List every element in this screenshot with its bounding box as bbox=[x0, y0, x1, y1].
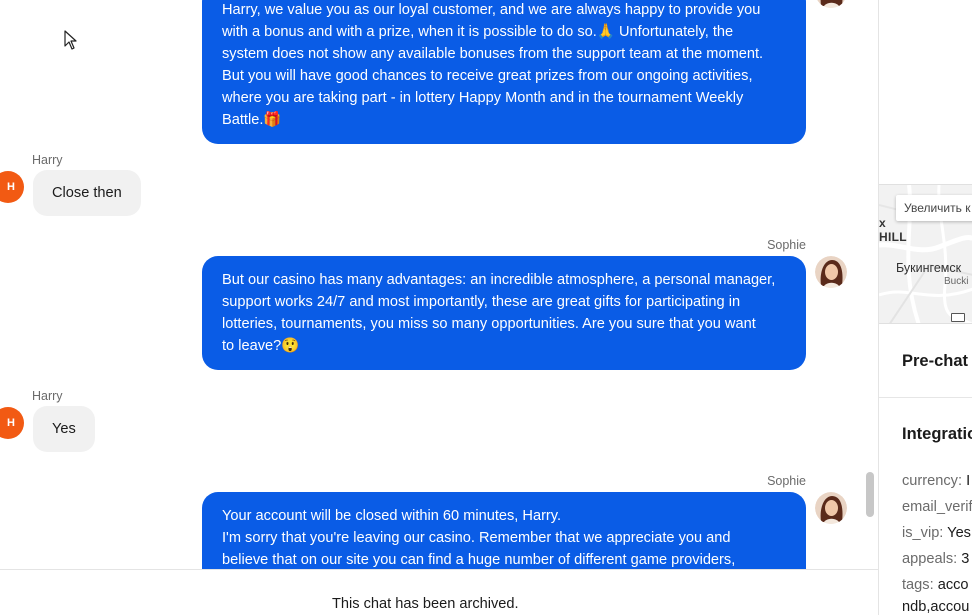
archived-notice: This chat has been archived. bbox=[332, 596, 519, 612]
agent-avatar bbox=[815, 256, 847, 288]
message-line: I'm sorry that you're leaving our casino… bbox=[222, 530, 731, 546]
field-tags-continued: ndb,accou bbox=[902, 599, 970, 615]
location-map[interactable]: Увеличить к x HILL Букингемск Bucki bbox=[879, 184, 972, 324]
message-line: But you will have good chances to receiv… bbox=[222, 68, 753, 84]
mouse-cursor-icon bbox=[64, 30, 77, 50]
field-value: I bbox=[966, 473, 971, 489]
map-area-prefix: x bbox=[879, 216, 886, 230]
message-line: support works 24/7 and most importantly,… bbox=[222, 294, 741, 310]
agent-avatar-image bbox=[817, 0, 845, 8]
integration-heading[interactable]: Integratio bbox=[902, 425, 972, 444]
prechat-heading[interactable]: Pre-chat bbox=[902, 352, 968, 371]
user-avatar: H bbox=[0, 407, 24, 439]
agent-message: But our casino has many advantages: an i… bbox=[202, 256, 806, 370]
section-divider bbox=[879, 397, 972, 398]
user-avatar: H bbox=[0, 171, 24, 203]
field-email-verified: email_verif bbox=[902, 499, 972, 515]
map-zoom-button[interactable]: Увеличить к bbox=[896, 195, 972, 221]
map-city-sub-label: Bucki bbox=[944, 276, 969, 287]
agent-avatar bbox=[815, 492, 847, 524]
field-value: acco bbox=[937, 577, 969, 593]
message-line: Battle.🎁 bbox=[222, 112, 282, 128]
agent-avatar bbox=[815, 0, 847, 8]
map-city-label: Букингемск bbox=[896, 261, 962, 275]
keyboard-icon[interactable] bbox=[951, 313, 965, 322]
map-area-label: x HILL bbox=[879, 216, 907, 244]
user-message: Yes bbox=[33, 406, 95, 452]
sender-name: Sophie bbox=[767, 474, 806, 488]
archived-notice-bar: This chat has been archived. bbox=[0, 569, 878, 615]
message-line: system does not show any available bonus… bbox=[222, 46, 764, 62]
field-is-vip: is_vip: Yes bbox=[902, 525, 971, 541]
field-currency: currency: I bbox=[902, 473, 970, 489]
field-key: is_vip: bbox=[902, 525, 944, 541]
user-message: Close then bbox=[33, 170, 141, 216]
agent-message: Harry, we value you as our loyal custome… bbox=[202, 0, 806, 144]
chat-scrollbar[interactable] bbox=[866, 472, 874, 517]
sender-name: Sophie bbox=[767, 238, 806, 252]
map-area-name: HILL bbox=[879, 230, 907, 244]
field-key: currency: bbox=[902, 473, 963, 489]
message-line: believe that on our site you can find a … bbox=[222, 552, 736, 568]
message-line: Your account will be closed within 60 mi… bbox=[222, 508, 562, 524]
message-line: where you are taking part - in lottery H… bbox=[222, 90, 744, 106]
message-line: to leave?😲 bbox=[222, 338, 300, 354]
field-value: Yes bbox=[947, 525, 971, 541]
message-line: with a bonus and with a prize, when it i… bbox=[222, 24, 734, 40]
agent-avatar-image bbox=[815, 492, 847, 524]
sender-name: Harry bbox=[32, 389, 63, 403]
field-appeals: appeals: 3 bbox=[902, 551, 969, 567]
field-key: email_verif bbox=[902, 499, 972, 515]
field-key: appeals: bbox=[902, 551, 958, 567]
field-key: tags: bbox=[902, 577, 934, 593]
chat-panel: Harry, we value you as our loyal custome… bbox=[0, 0, 878, 615]
message-line: lotteries, tournaments, you miss so many… bbox=[222, 316, 756, 332]
details-sidebar: Увеличить к x HILL Букингемск Bucki Pre-c… bbox=[878, 0, 972, 615]
agent-avatar-image bbox=[815, 256, 847, 288]
message-line: But our casino has many advantages: an i… bbox=[222, 272, 776, 288]
field-value: 3 bbox=[961, 551, 970, 567]
sender-name: Harry bbox=[32, 153, 63, 167]
field-tags: tags: acco bbox=[902, 577, 969, 593]
message-line: Harry, we value you as our loyal custome… bbox=[222, 2, 761, 18]
